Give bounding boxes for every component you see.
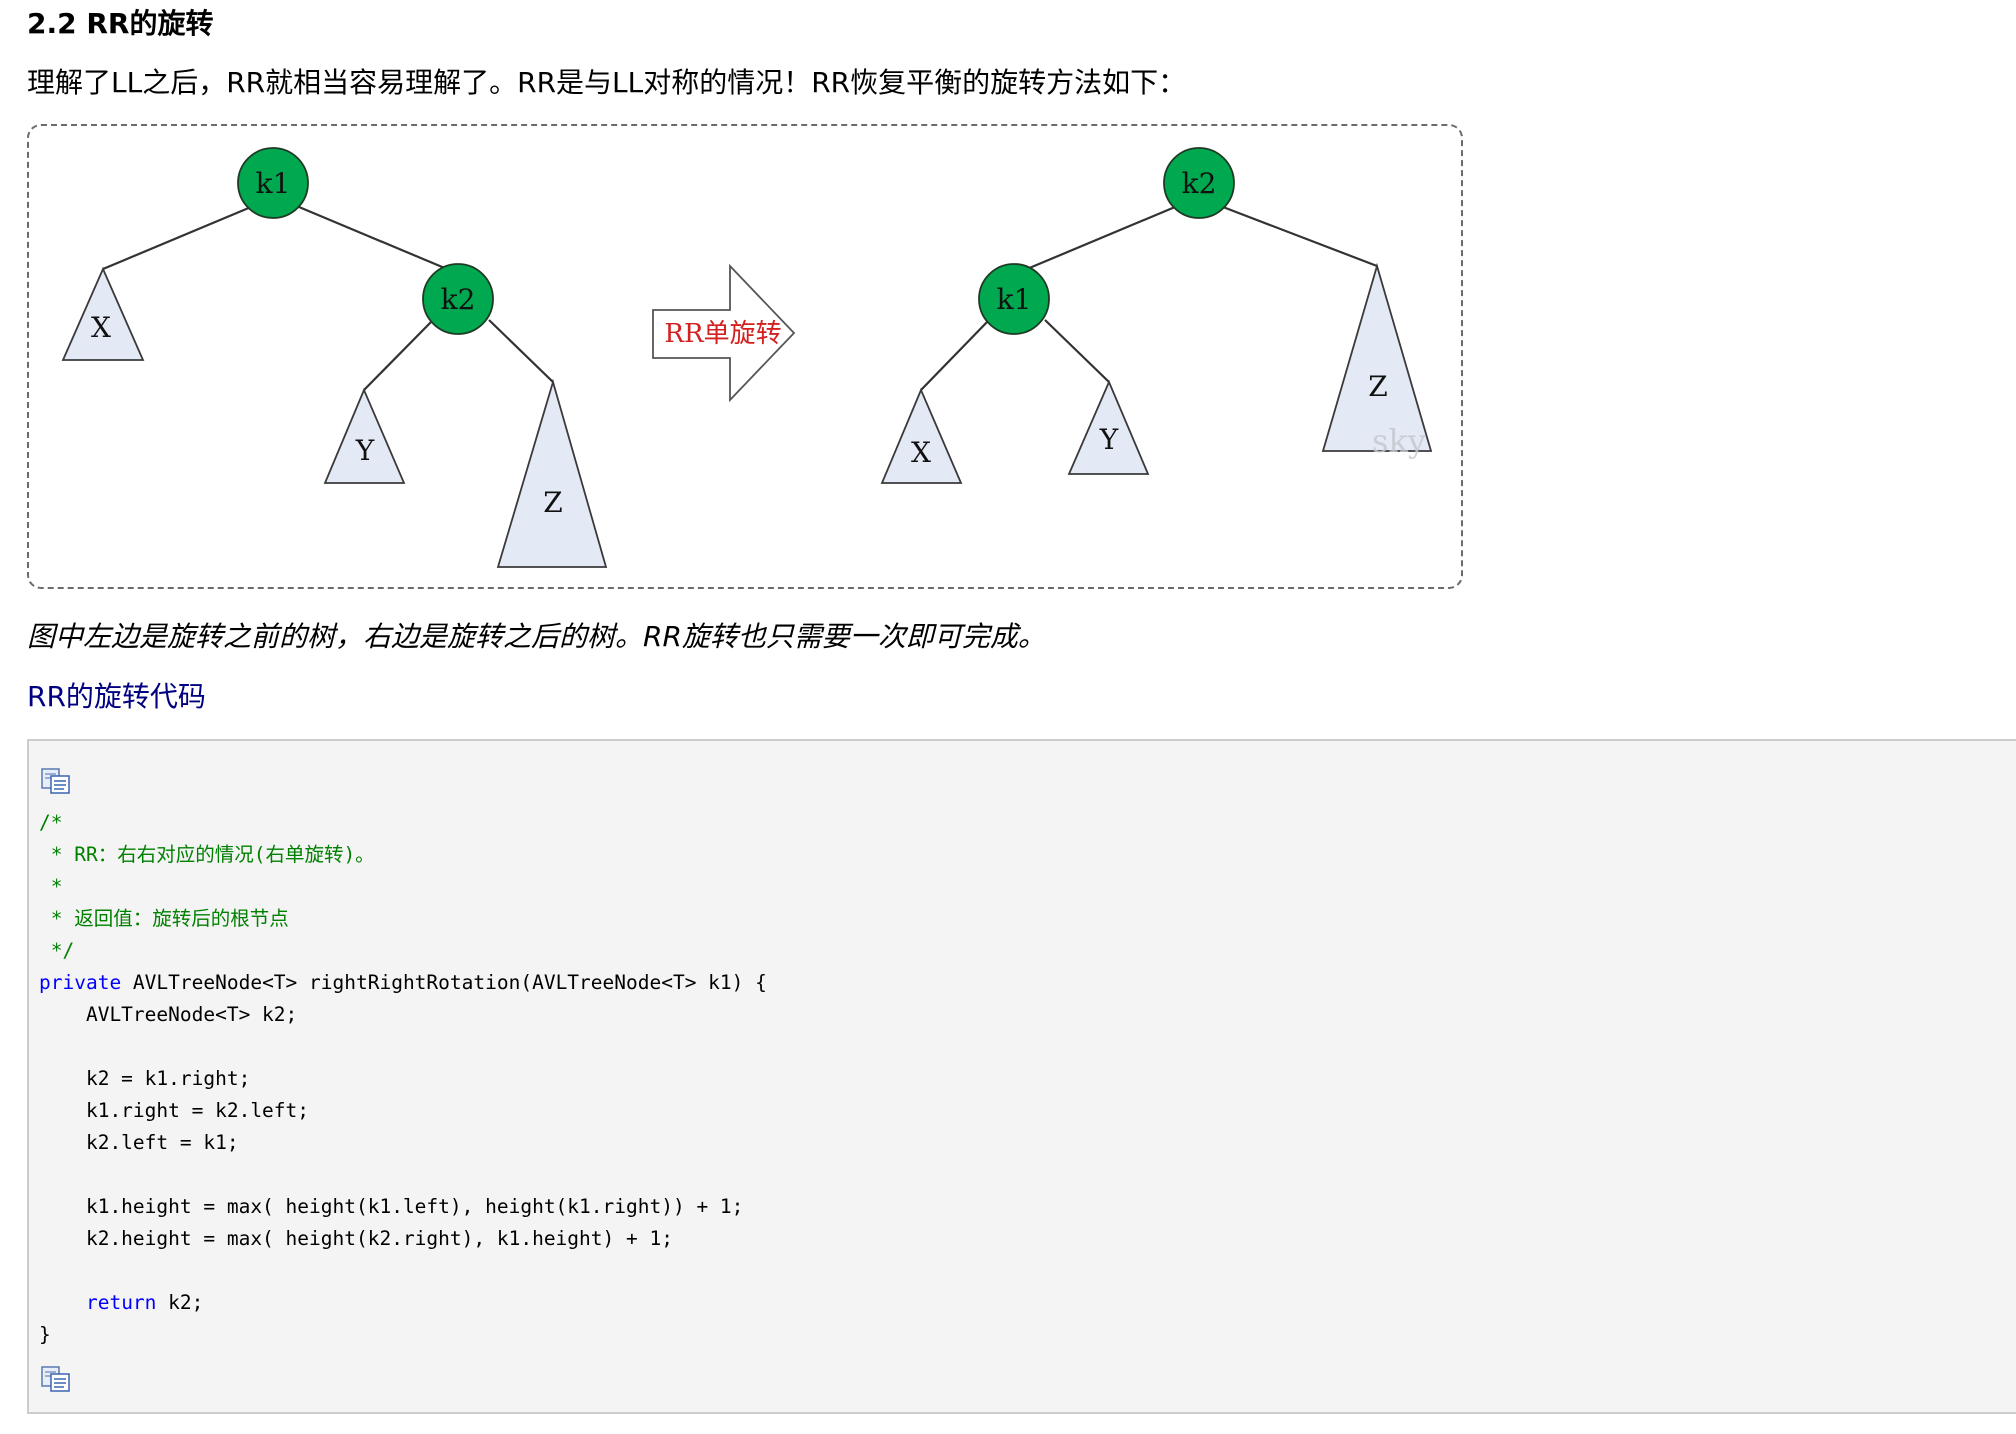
subtree-z-before-label: Z bbox=[543, 486, 562, 519]
code-block: /* * RR：右右对应的情况(右单旋转)。 * * 返回值：旋转后的根节点 *… bbox=[27, 739, 2016, 1414]
section-heading: 2.2 RR的旋转 bbox=[27, 7, 214, 40]
subtree-z-before bbox=[496, 378, 608, 568]
tree-after: X Y Z k2 k1 sky bbox=[880, 147, 1433, 484]
code-section-title: RR的旋转代码 bbox=[27, 680, 206, 713]
rr-rotation-arrow: RR单旋转 bbox=[652, 263, 796, 403]
watermark-text: sky bbox=[1372, 422, 1426, 460]
rotation-diagram: X Y Z k1 k2 RR单旋转 X Y Z k2 k1 sky bbox=[61, 147, 1433, 568]
subtree-x-after-label: X bbox=[911, 436, 931, 469]
code-line: k2.height = max( height(k2.right), k1.he… bbox=[39, 1227, 673, 1250]
node-k1-after-label: k1 bbox=[997, 283, 1032, 316]
code-keyword: return bbox=[85, 1291, 157, 1314]
code-line: private AVLTreeNode<T> rightRightRotatio… bbox=[39, 967, 767, 999]
code-line: k2 = k1.right; bbox=[39, 1067, 251, 1090]
rr-rotation-figure: X Y Z k1 k2 RR单旋转 X Y Z k2 k1 sky bbox=[27, 124, 1463, 589]
code-line: k1.height = max( height(k1.left), height… bbox=[39, 1195, 744, 1218]
arrow-label: RR单旋转 bbox=[664, 319, 781, 349]
subtree-y-before-label: Y bbox=[355, 434, 375, 467]
node-k1-before-label: k1 bbox=[256, 167, 291, 200]
code-line: * 返回值：旋转后的根节点 bbox=[39, 907, 289, 930]
code-text: AVLTreeNode<T> rightRightRotation(AVLTre… bbox=[121, 971, 767, 994]
code-line: } bbox=[39, 1323, 51, 1346]
code-keyword: private bbox=[39, 971, 122, 994]
code-line: return k2; bbox=[39, 1287, 767, 1319]
node-k2-before-label: k2 bbox=[441, 283, 476, 316]
subtree-y-after-label: Y bbox=[1099, 423, 1119, 456]
code-line: AVLTreeNode<T> k2; bbox=[39, 1003, 298, 1026]
subtree-x-before-label: X bbox=[91, 311, 111, 344]
code-line: * bbox=[39, 875, 63, 898]
code-line: k1.right = k2.left; bbox=[39, 1099, 310, 1122]
code-line: /* bbox=[39, 811, 63, 834]
copy-code-icon[interactable] bbox=[41, 1366, 71, 1392]
subtree-z-after-label: Z bbox=[1368, 370, 1387, 403]
node-k2-after-label: k2 bbox=[1182, 167, 1217, 200]
code-line: k2.left = k1; bbox=[39, 1131, 239, 1154]
tree-before: X Y Z k1 k2 bbox=[61, 147, 608, 568]
code-lines: /* * RR：右右对应的情况(右单旋转)。 * * 返回值：旋转后的根节点 *… bbox=[39, 807, 767, 1351]
code-text: k2; bbox=[156, 1291, 204, 1314]
figure-caption: 图中左边是旋转之前的树，右边是旋转之后的树。RR旋转也只需要一次即可完成。 bbox=[27, 620, 1046, 653]
code-line: */ bbox=[39, 939, 75, 962]
intro-paragraph: 理解了LL之后，RR就相当容易理解了。RR是与LL对称的情况！RR恢复平衡的旋转… bbox=[27, 66, 1187, 99]
copy-code-icon[interactable] bbox=[41, 768, 71, 794]
code-line: * RR：右右对应的情况(右单旋转)。 bbox=[39, 843, 375, 866]
